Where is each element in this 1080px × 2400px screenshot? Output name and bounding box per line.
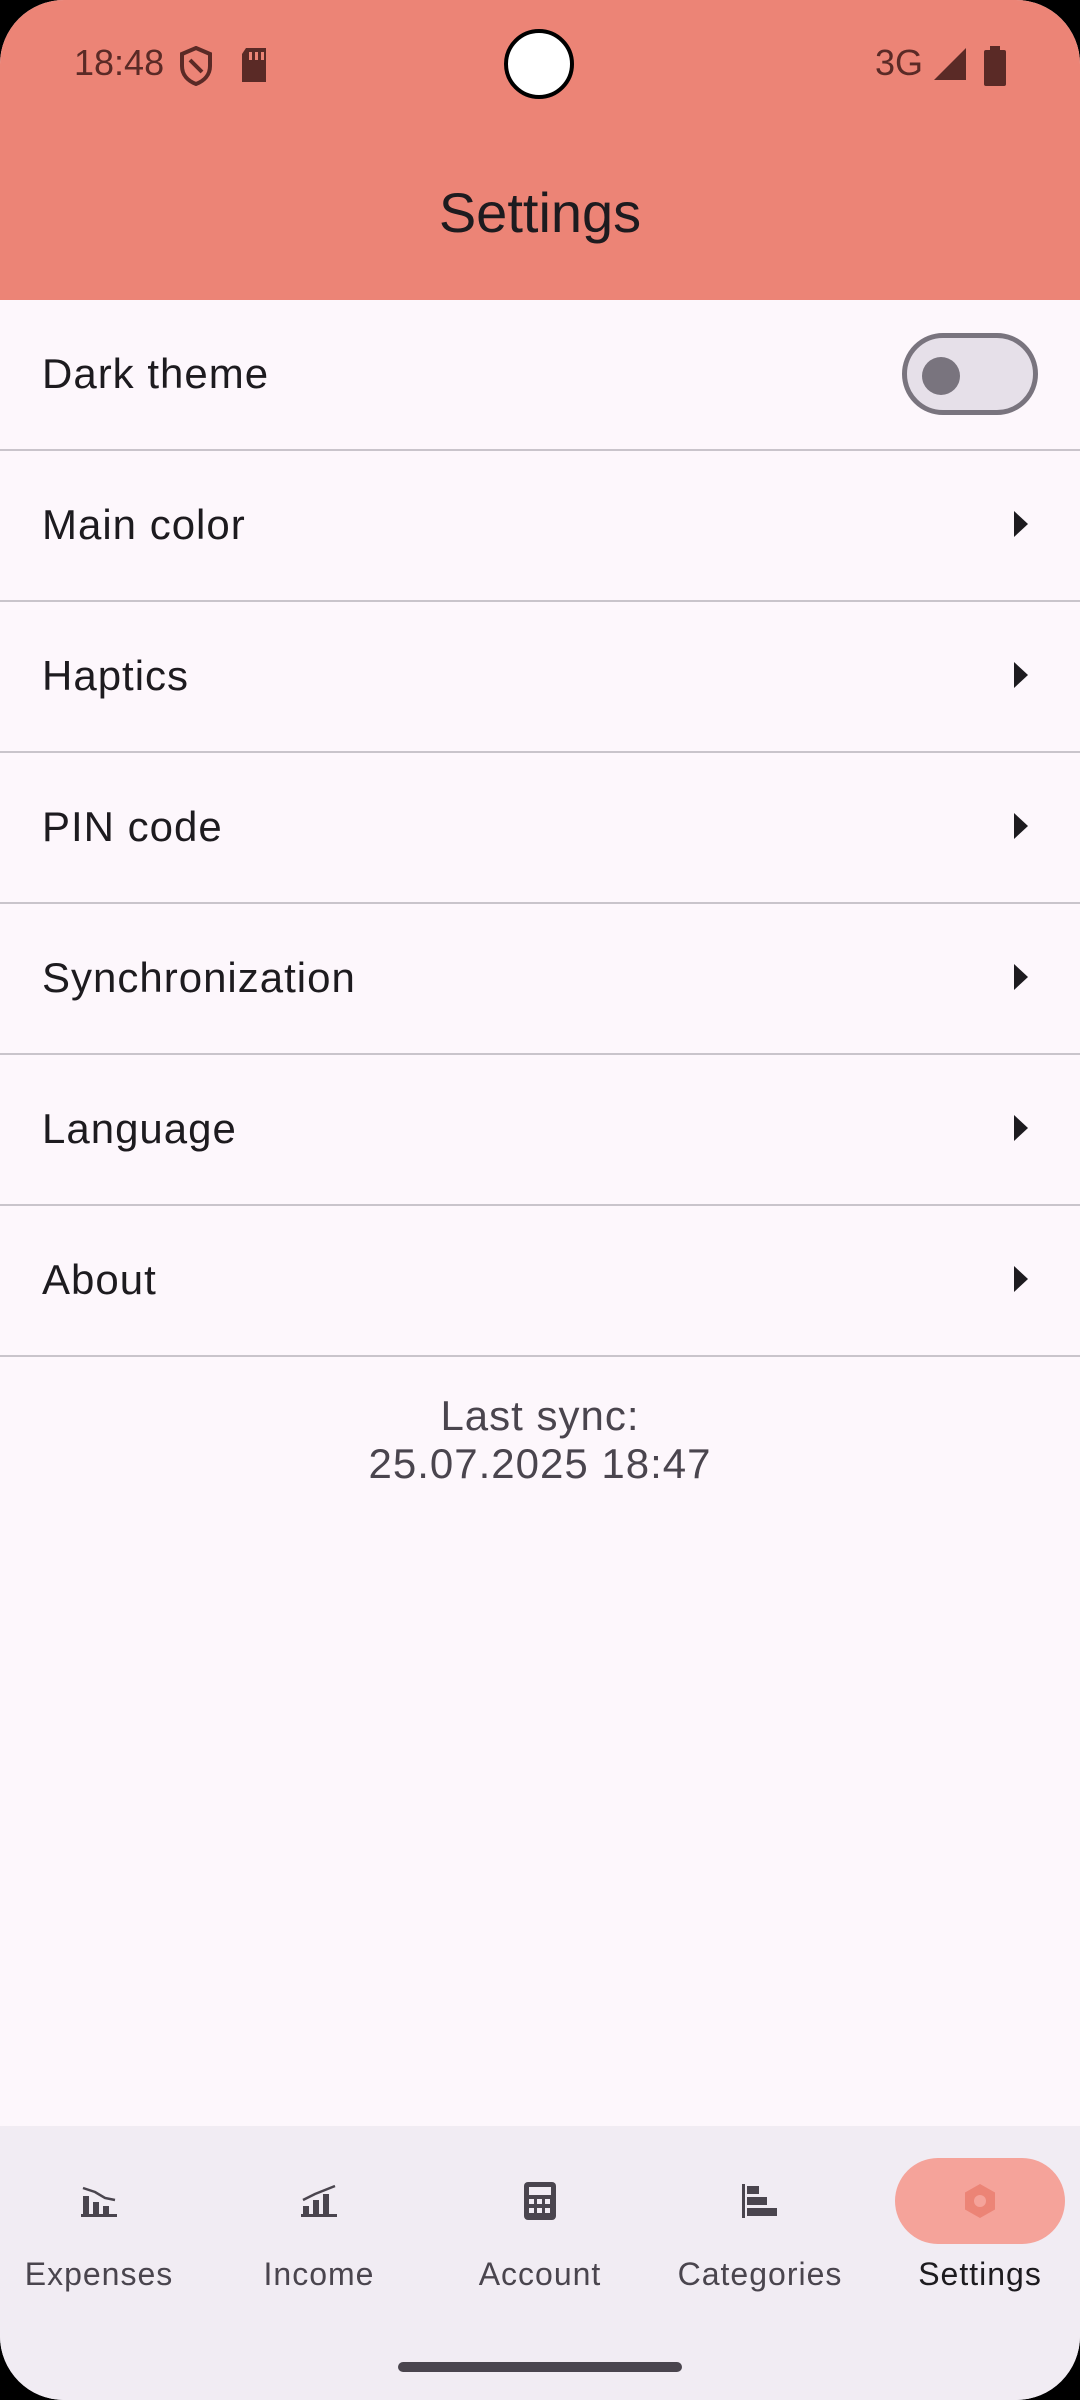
setting-label: Dark theme (42, 350, 270, 397)
nav-icon-container (675, 2158, 845, 2244)
chevron-right-icon (1014, 1266, 1028, 1292)
nav-label: Categories (677, 2256, 843, 2292)
setting-main-color[interactable]: Main color (0, 451, 1080, 602)
setting-dark-theme[interactable]: Dark theme (0, 300, 1080, 451)
nav-icon-container (455, 2158, 625, 2244)
setting-synchronization[interactable]: Synchronization (0, 904, 1080, 1055)
nav-label: Settings (918, 2256, 1042, 2292)
battery-icon (983, 46, 1007, 91)
sd-card-icon (238, 46, 270, 89)
income-chart-icon (301, 2184, 337, 2217)
home-indicator[interactable] (398, 2362, 682, 2372)
settings-gear-icon (965, 2184, 995, 2218)
calculator-icon (524, 2182, 556, 2220)
nav-label: Account (478, 2256, 602, 2292)
setting-label: About (42, 1256, 157, 1303)
expenses-chart-icon (81, 2186, 117, 2217)
nav-item-account[interactable]: Account (435, 2158, 645, 2298)
last-sync-info: Last sync: 25.07.2025 18:47 (0, 1392, 1080, 1488)
nav-label: Income (263, 2256, 375, 2292)
network-type: 3G (875, 42, 924, 83)
nav-icon-container (234, 2158, 404, 2244)
nav-item-income[interactable]: Income (214, 2158, 424, 2298)
chevron-right-icon (1014, 1115, 1028, 1141)
app-header: 18:48 3G Settings (0, 0, 1080, 300)
chevron-right-icon (1014, 511, 1028, 537)
nav-icon-container (14, 2158, 184, 2244)
camera-cutout (504, 29, 574, 99)
last-sync-label: Last sync: (440, 1392, 640, 1439)
shield-icon (178, 45, 214, 91)
nav-label: Expenses (24, 2256, 174, 2292)
setting-language[interactable]: Language (0, 1055, 1080, 1206)
setting-haptics[interactable]: Haptics (0, 602, 1080, 753)
setting-label: PIN code (42, 803, 223, 850)
nav-item-expenses[interactable]: Expenses (0, 2158, 204, 2298)
chevron-right-icon (1014, 964, 1028, 990)
setting-pin-code[interactable]: PIN code (0, 753, 1080, 904)
bottom-navigation: Expenses Income Account Categories Setti… (0, 2126, 1080, 2400)
chevron-right-icon (1014, 813, 1028, 839)
categories-bars-icon (742, 2184, 777, 2218)
setting-label: Main color (42, 501, 246, 548)
setting-about[interactable]: About (0, 1206, 1080, 1357)
setting-label: Synchronization (42, 954, 356, 1001)
status-time: 18:48 (74, 42, 165, 83)
page-title: Settings (438, 181, 642, 244)
toggle-knob (922, 357, 960, 395)
setting-label: Language (42, 1105, 237, 1152)
last-sync-datetime: 25.07.2025 18:47 (368, 1440, 712, 1487)
settings-list: Dark theme Main color Haptics PIN code S… (0, 300, 1080, 1357)
signal-icon (932, 46, 968, 87)
dark-theme-toggle[interactable] (902, 333, 1038, 415)
nav-item-categories[interactable]: Categories (655, 2158, 865, 2298)
nav-item-settings[interactable]: Settings (875, 2158, 1080, 2298)
phone-screen: 18:48 3G Settings Dark theme Main color … (0, 0, 1080, 2400)
nav-icon-container-active (895, 2158, 1065, 2244)
chevron-right-icon (1014, 662, 1028, 688)
setting-label: Haptics (42, 652, 190, 699)
